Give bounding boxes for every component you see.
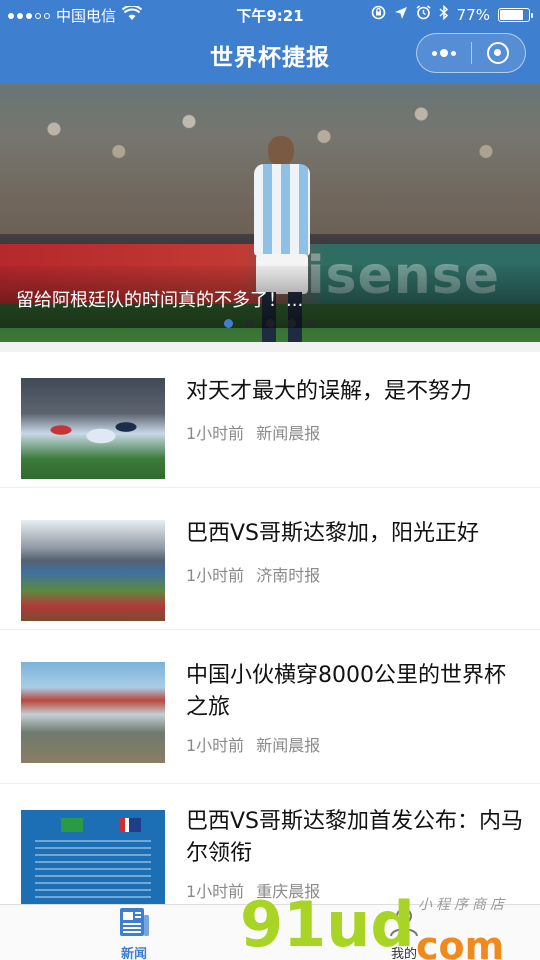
close-target-icon	[487, 42, 510, 64]
news-source: 重庆晨报	[256, 882, 321, 901]
news-meta: 1小时前 济南时报	[186, 562, 320, 586]
news-source: 济南时报	[256, 566, 321, 585]
mini-program-capsule	[416, 33, 526, 73]
carousel-dot[interactable]	[224, 319, 233, 328]
news-title[interactable]: 巴西VS哥斯达黎加，阳光正好	[186, 518, 526, 550]
rotation-lock-icon	[371, 5, 386, 24]
banner-caption[interactable]: 留给阿根廷队的时间真的不多了！...	[16, 286, 303, 312]
news-thumbnail	[21, 378, 165, 479]
news-time: 1小时前	[186, 424, 245, 443]
news-thumbnail	[21, 662, 165, 763]
news-meta: 1小时前 新闻晨报	[186, 732, 320, 756]
newspaper-icon	[118, 907, 150, 937]
news-time: 1小时前	[186, 736, 245, 755]
news-title[interactable]: 中国小伙横穿8000公里的世界杯之旅	[186, 660, 526, 724]
battery-icon	[498, 7, 533, 22]
status-bar: 中国电信 下午9:21 77%	[0, 0, 540, 30]
news-thumbnail	[21, 520, 165, 621]
news-item[interactable]: 巴西VS哥斯达黎加首发公布：内马尔领衔 1小时前 重庆晨报	[0, 784, 540, 912]
carousel-dot[interactable]	[308, 319, 317, 328]
news-title[interactable]: 对天才最大的误解，是不努力	[186, 376, 526, 408]
news-meta: 1小时前 新闻晨报	[186, 420, 320, 444]
tab-news[interactable]: 新闻	[94, 905, 174, 960]
banner-carousel[interactable]: Hisense 留给阿根廷队的时间真的不多了！...	[0, 84, 540, 342]
news-source: 新闻晨报	[256, 424, 321, 443]
battery-fill	[500, 9, 524, 20]
battery-percent: 77%	[456, 5, 490, 24]
news-item[interactable]: 对天才最大的误解，是不努力 1小时前 新闻晨报	[0, 352, 540, 488]
person-icon	[388, 907, 420, 937]
alarm-icon	[416, 5, 431, 24]
news-item[interactable]: 中国小伙横穿8000公里的世界杯之旅 1小时前 新闻晨报	[0, 636, 540, 784]
news-item[interactable]: 巴西VS哥斯达黎加，阳光正好 1小时前 济南时报	[0, 494, 540, 630]
news-source: 新闻晨报	[256, 736, 321, 755]
carousel-dot[interactable]	[266, 319, 275, 328]
more-button[interactable]	[417, 34, 471, 72]
news-title[interactable]: 巴西VS哥斯达黎加首发公布：内马尔领衔	[186, 806, 526, 870]
carousel-dot[interactable]	[287, 319, 296, 328]
carousel-indicators	[224, 319, 317, 328]
top-bar: 中国电信 下午9:21 77% 世界杯捷报	[0, 0, 540, 84]
tab-mine-label: 我的	[390, 947, 417, 960]
news-meta: 1小时前 重庆晨报	[186, 878, 320, 902]
carousel-dot[interactable]	[245, 319, 254, 328]
tab-bar: 新闻 我的	[0, 904, 540, 960]
status-right: 77%	[371, 4, 533, 24]
tab-mine[interactable]: 我的	[364, 905, 444, 960]
tab-news-label: 新闻	[120, 947, 147, 960]
close-button[interactable]	[472, 34, 526, 72]
more-dots-icon	[431, 49, 456, 57]
news-time: 1小时前	[186, 566, 245, 585]
news-time: 1小时前	[186, 882, 245, 901]
news-list: 对天才最大的误解，是不努力 1小时前 新闻晨报 巴西VS哥斯达黎加，阳光正好 1小…	[0, 352, 540, 912]
bluetooth-icon	[439, 4, 449, 24]
location-arrow-icon	[394, 6, 408, 24]
news-thumbnail	[21, 810, 165, 911]
